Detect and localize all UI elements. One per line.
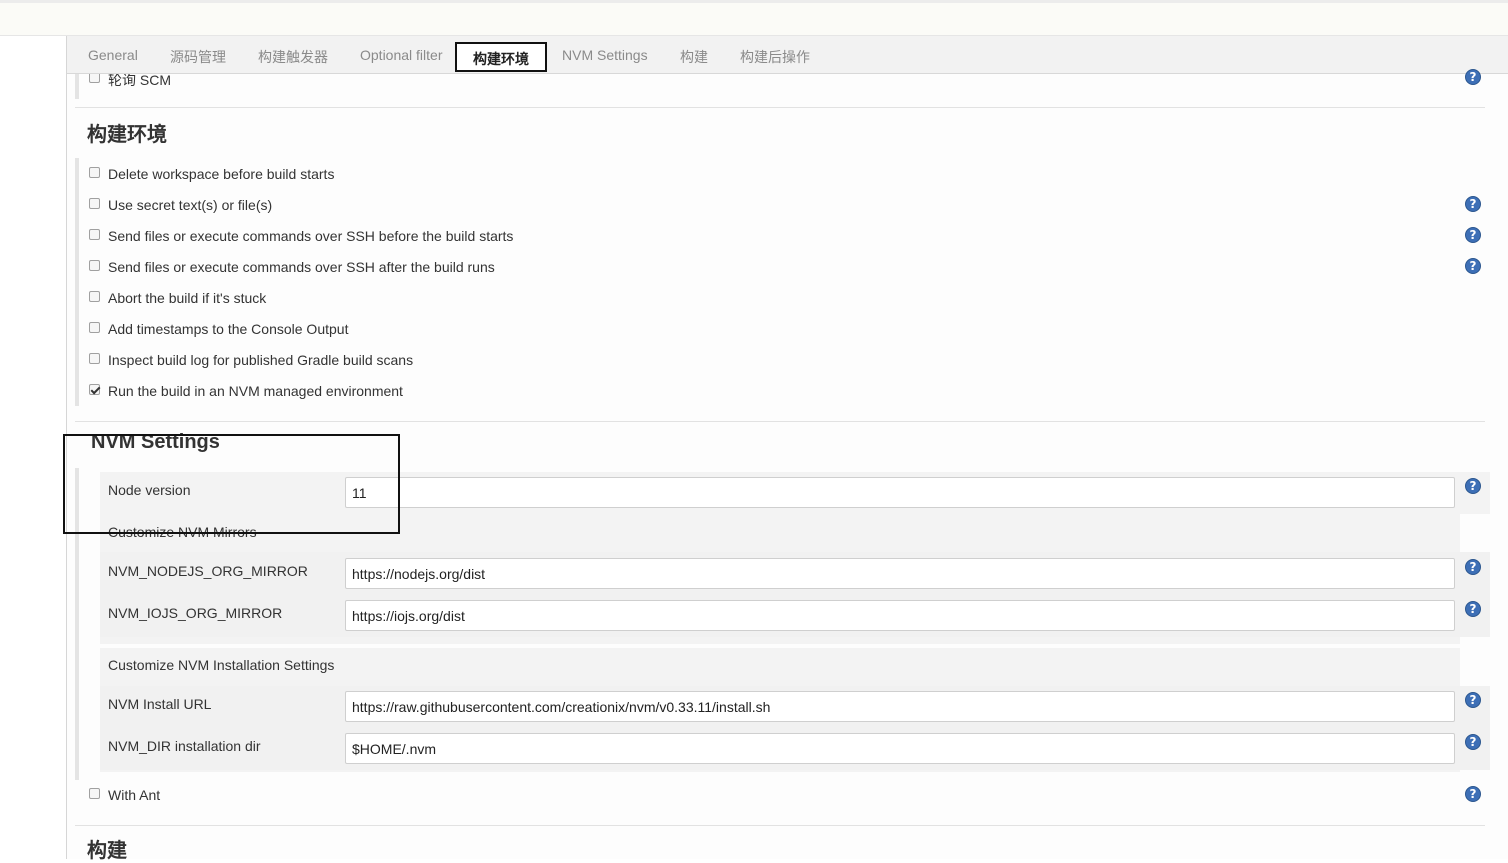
- ssh-before-label: Send files or execute commands over SSH …: [108, 228, 514, 244]
- build-environment-title: 构建环境: [87, 124, 167, 146]
- timestamps-label: Add timestamps to the Console Output: [108, 321, 349, 337]
- poll-scm-row: 轮询 SCM: [75, 74, 1508, 88]
- browser-top-strip: [0, 0, 1508, 36]
- divider: [75, 107, 1485, 108]
- delete-workspace-label: Delete workspace before build starts: [108, 166, 335, 182]
- help-icon[interactable]: ?: [1465, 786, 1481, 802]
- node-version-input[interactable]: [345, 477, 1455, 508]
- gradle-scans-label: Inspect build log for published Gradle b…: [108, 352, 414, 368]
- secret-text-label: Use secret text(s) or file(s): [108, 197, 273, 213]
- tab-source-management[interactable]: 源码管理: [170, 47, 226, 67]
- gradle-scans-checkbox[interactable]: [89, 353, 100, 364]
- help-icon[interactable]: ?: [1465, 601, 1481, 617]
- tab-nvm-settings[interactable]: NVM Settings: [562, 47, 648, 63]
- config-tabbar: General 源码管理 构建触发器 Optional filter 构建环境 …: [67, 36, 1508, 74]
- tab-post-build[interactable]: 构建后操作: [740, 47, 810, 67]
- iojs-mirror-label: NVM_IOJS_ORG_MIRROR: [108, 605, 283, 621]
- help-icon[interactable]: ?: [1465, 692, 1481, 708]
- ssh-after-checkbox[interactable]: [89, 260, 100, 271]
- mirrors-heading: Customize NVM Mirrors: [108, 524, 257, 540]
- node-version-label: Node version: [108, 482, 191, 498]
- timestamps-checkbox[interactable]: [89, 322, 100, 333]
- nvm-dir-label: NVM_DIR installation dir: [108, 738, 261, 754]
- poll-scm-label: 轮询 SCM: [108, 74, 171, 88]
- with-ant-checkbox[interactable]: [89, 788, 100, 799]
- divider: [75, 421, 1485, 422]
- help-icon[interactable]: ?: [1465, 478, 1481, 494]
- nvm-environment-checkbox[interactable]: [89, 384, 100, 395]
- section-bar: [75, 158, 79, 406]
- nodejs-mirror-input[interactable]: [345, 558, 1455, 589]
- section-bar: [75, 468, 79, 780]
- install-url-input[interactable]: [345, 691, 1455, 722]
- nvm-settings-title: NVM Settings: [91, 431, 220, 453]
- divider: [75, 825, 1485, 826]
- tab-general[interactable]: General: [88, 47, 138, 63]
- help-icon[interactable]: ?: [1465, 559, 1481, 575]
- nodejs-mirror-label: NVM_NODEJS_ORG_MIRROR: [108, 563, 308, 579]
- section-bar: [75, 74, 79, 99]
- poll-scm-checkbox[interactable]: [89, 74, 100, 83]
- tab-build-triggers[interactable]: 构建触发器: [258, 47, 328, 67]
- install-url-label: NVM Install URL: [108, 696, 212, 712]
- iojs-mirror-input[interactable]: [345, 600, 1455, 631]
- help-icon[interactable]: ?: [1465, 196, 1481, 212]
- install-heading: Customize NVM Installation Settings: [108, 657, 335, 673]
- with-ant-label: With Ant: [108, 787, 161, 803]
- help-icon[interactable]: ?: [1465, 258, 1481, 274]
- tab-optional-filter[interactable]: Optional filter: [360, 47, 442, 63]
- tab-build-environment[interactable]: 构建环境: [455, 42, 547, 72]
- nvm-dir-input[interactable]: [345, 733, 1455, 764]
- help-icon[interactable]: ?: [1465, 227, 1481, 243]
- ssh-after-label: Send files or execute commands over SSH …: [108, 259, 495, 275]
- abort-stuck-label: Abort the build if it's stuck: [108, 290, 267, 306]
- help-icon[interactable]: ?: [1465, 734, 1481, 750]
- secret-text-checkbox[interactable]: [89, 198, 100, 209]
- nvm-environment-label: Run the build in an NVM managed environm…: [108, 383, 403, 399]
- help-icon[interactable]: ?: [1465, 69, 1481, 85]
- delete-workspace-checkbox[interactable]: [89, 167, 100, 178]
- tab-build[interactable]: 构建: [680, 47, 708, 67]
- ssh-before-checkbox[interactable]: [89, 229, 100, 240]
- abort-stuck-checkbox[interactable]: [89, 291, 100, 302]
